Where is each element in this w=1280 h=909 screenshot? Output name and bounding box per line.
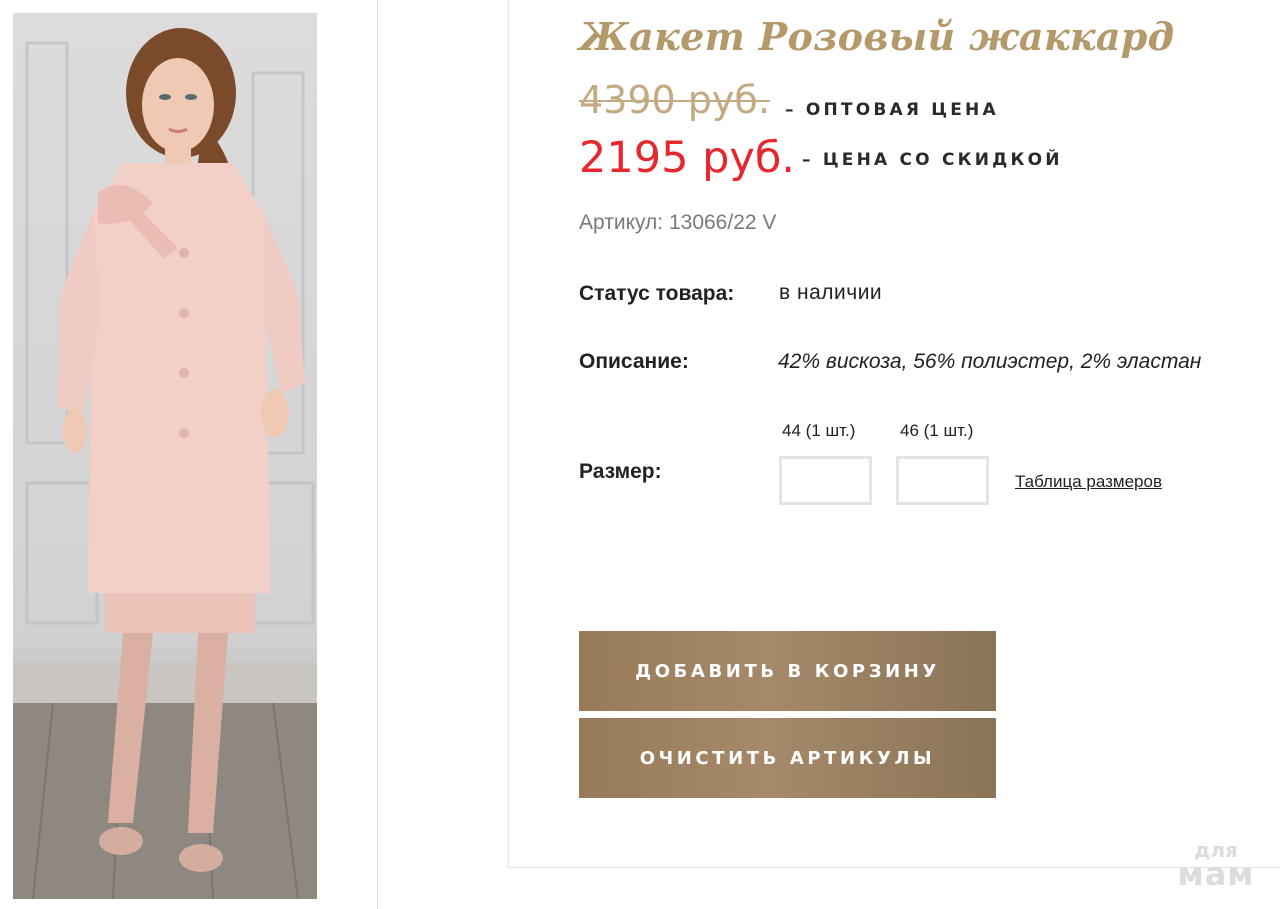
- size-table-link[interactable]: Таблица размеров: [1015, 472, 1162, 492]
- wholesale-price-label: – ОПТОВАЯ ЦЕНА: [785, 100, 999, 120]
- size-label: Размер:: [579, 460, 662, 483]
- description-label: Описание:: [579, 350, 689, 373]
- product-sku: Артикул: 13066/22 V: [579, 211, 777, 234]
- product-photo[interactable]: [13, 13, 317, 899]
- watermark-logo: для мам: [1166, 840, 1266, 890]
- wholesale-price-old: 4390 руб.: [579, 78, 770, 122]
- size-header-46: 46 (1 шт.): [900, 421, 974, 440]
- size-quantity-input-44[interactable]: [779, 456, 872, 505]
- size-header-44: 44 (1 шт.): [782, 421, 856, 440]
- watermark-line2: мам: [1177, 855, 1255, 893]
- status-label: Статус товара:: [579, 282, 735, 305]
- discount-price-label: – ЦЕНА СО СКИДКОЙ: [802, 150, 1063, 170]
- discount-price: 2195 руб.: [579, 133, 796, 183]
- product-title: Жакет Розовый жаккард: [579, 14, 1175, 59]
- column-divider: [377, 0, 378, 909]
- add-to-cart-button[interactable]: ДОБАВИТЬ В КОРЗИНУ: [579, 631, 996, 711]
- product-photo-graphic: [13, 28, 317, 899]
- clear-skus-button[interactable]: ОЧИСТИТЬ АРТИКУЛЫ: [579, 718, 996, 798]
- description-value: 42% вискоза, 56% полиэстер, 2% эластан: [778, 350, 1202, 373]
- status-value: в наличии: [779, 281, 883, 304]
- size-quantity-input-46[interactable]: [896, 456, 989, 505]
